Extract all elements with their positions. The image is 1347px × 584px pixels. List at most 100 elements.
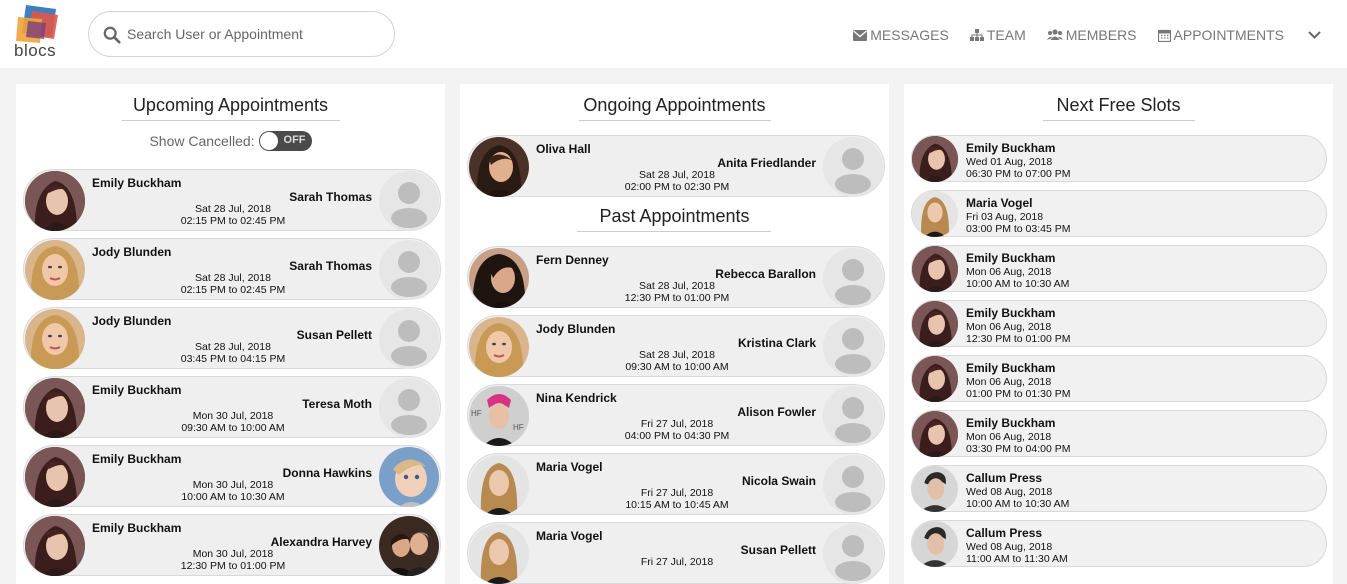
search-icon [103, 26, 121, 44]
title-divider [1042, 120, 1195, 121]
staff-name: Alexandra Harvey [270, 535, 372, 549]
staff-avatar [379, 378, 439, 438]
appointment-card[interactable]: Maria Vogel Nicola Swain Fri 27 Jul, 201… [467, 453, 885, 515]
toggle-knob [259, 132, 278, 150]
nav-members-label: MEMBERS [1065, 27, 1137, 43]
slot-datetime: Mon 06 Aug, 2018 01:00 PM to 01:30 PM [966, 376, 1071, 400]
top-header: blocs MESSAGES TEAM [0, 0, 1347, 68]
staff-avatar [912, 466, 958, 512]
staff-name: Alison Fowler [737, 405, 816, 419]
show-cancelled-label: Show Cancelled: [149, 133, 255, 149]
slot-datetime: Fri 03 Aug, 2018 03:00 PM to 03:45 PM [966, 211, 1071, 235]
staff-avatar [912, 191, 958, 237]
staff-avatar [823, 386, 883, 446]
staff-name: Donna Hawkins [282, 466, 372, 480]
staff-name: Callum Press [966, 526, 1043, 540]
staff-avatar [379, 516, 439, 576]
staff-name: Teresa Moth [302, 397, 372, 411]
staff-avatar [823, 137, 883, 197]
title-divider [578, 120, 771, 121]
slot-datetime: Mon 06 Aug, 2018 12:30 PM to 01:00 PM [966, 321, 1071, 345]
free-slot-item[interactable]: Emily Buckham Wed 01 Aug, 2018 06:30 PM t… [911, 135, 1327, 182]
search-input[interactable] [127, 24, 382, 44]
blocs-logo[interactable]: blocs [12, 3, 62, 60]
past-appointments-title: Past Appointments [599, 206, 750, 226]
free-slot-item[interactable]: Callum Press Wed 08 Aug, 2018 10:00 AM to… [911, 465, 1327, 512]
search-box[interactable] [88, 11, 395, 57]
calendar-icon [1157, 29, 1171, 42]
appointment-card[interactable]: Jody Blunden Kristina Clark Sat 28 Jul, … [467, 315, 885, 377]
panel-title: Upcoming Appointments [132, 95, 329, 115]
staff-avatar [823, 248, 883, 308]
appointment-card[interactable]: Oliva Hall Anita Friedlander Sat 28 Jul,… [467, 135, 885, 197]
toggle-state: OFF [283, 134, 306, 146]
staff-name: Sarah Thomas [289, 259, 372, 273]
free-slot-item[interactable]: Emily Buckham Mon 06 Aug, 2018 10:00 AM t… [911, 245, 1327, 292]
staff-avatar [912, 246, 958, 292]
nav-team-label: TEAM [986, 27, 1026, 43]
nav-team[interactable]: TEAM [969, 27, 1026, 43]
staff-name: Emily Buckham [966, 306, 1056, 320]
free-slot-item[interactable]: Maria Vogel Fri 03 Aug, 2018 03:00 PM to … [911, 190, 1327, 237]
slot-datetime: Mon 06 Aug, 2018 10:00 AM to 10:30 AM [966, 266, 1070, 290]
slot-datetime: Wed 08 Aug, 2018 11:00 AM to 11:30 AM [966, 541, 1068, 565]
staff-name: Kristina Clark [737, 336, 816, 350]
main-nav: MESSAGES TEAM MEMBERS APPOINTMENTS [853, 26, 1347, 44]
appointment-card[interactable]: Emily Buckham Teresa Moth Mon 30 Jul, 20… [23, 376, 441, 438]
free-slot-item[interactable]: Callum Press Wed 08 Aug, 2018 11:00 AM to… [911, 520, 1327, 567]
appointment-card[interactable]: Emily Buckham Sarah Thomas Sat 28 Jul, 2… [23, 169, 441, 231]
member-avatar [469, 524, 529, 584]
users-icon [1046, 29, 1063, 40]
nav-appointments[interactable]: APPOINTMENTS [1157, 27, 1284, 43]
slot-datetime: Wed 01 Aug, 2018 06:30 PM to 07:00 PM [966, 156, 1071, 180]
appointment-card[interactable]: Jody Blunden Susan Pellett Sat 28 Jul, 2… [23, 307, 441, 369]
staff-avatar [912, 411, 958, 457]
member-name: Oliva Hall [536, 142, 591, 156]
member-name: Emily Buckham [92, 452, 182, 466]
member-name: Maria Vogel [536, 460, 603, 474]
appointment-card[interactable]: Jody Blunden Sarah Thomas Sat 28 Jul, 20… [23, 238, 441, 300]
staff-name: Emily Buckham [966, 251, 1056, 265]
member-name: Fern Denney [536, 253, 609, 267]
show-cancelled-toggle[interactable]: OFF [258, 131, 312, 151]
free-slot-item[interactable]: Emily Buckham Mon 06 Aug, 2018 12:30 PM t… [911, 300, 1327, 347]
staff-name: Emily Buckham [966, 416, 1056, 430]
staff-name: Anita Friedlander [717, 156, 816, 170]
staff-avatar [823, 455, 883, 515]
member-name: Emily Buckham [92, 521, 182, 535]
nav-members[interactable]: MEMBERS [1046, 27, 1137, 43]
staff-name: Maria Vogel [966, 196, 1033, 210]
staff-avatar [912, 521, 958, 567]
title-divider [577, 231, 771, 232]
chevron-down-icon[interactable] [1308, 31, 1321, 39]
staff-avatar [912, 356, 958, 402]
appointment-card[interactable]: Maria Vogel Susan Pellett Fri 27 Jul, 20… [467, 522, 885, 584]
staff-avatar [912, 136, 958, 182]
panel-title: Next Free Slots [1056, 95, 1181, 115]
logo-text: blocs [14, 41, 57, 60]
slot-datetime: Mon 06 Aug, 2018 03:30 PM to 04:00 PM [966, 431, 1071, 455]
staff-avatar [379, 240, 439, 300]
staff-avatar [912, 301, 958, 347]
ongoing-appointments-panel: Ongoing Appointments Oliva Hall Anita Fr… [460, 84, 889, 584]
nav-messages[interactable]: MESSAGES [853, 27, 949, 43]
appointment-card[interactable]: Emily Buckham Donna Hawkins Mon 30 Jul, … [23, 445, 441, 507]
member-name: Jody Blunden [536, 322, 616, 336]
appointment-card[interactable]: Nina Kendrick Alison Fowler Fri 27 Jul, … [467, 384, 885, 446]
sitemap-icon [969, 29, 984, 41]
member-name: Emily Buckham [92, 176, 182, 190]
slot-datetime: Wed 08 Aug, 2018 10:00 AM to 10:30 AM [966, 486, 1070, 510]
member-name: Maria Vogel [536, 529, 603, 543]
staff-name: Sarah Thomas [289, 190, 372, 204]
free-slot-item[interactable]: Emily Buckham Mon 06 Aug, 2018 01:00 PM t… [911, 355, 1327, 402]
upcoming-appointments-panel: Upcoming Appointments Show Cancelled: OF… [16, 84, 445, 584]
next-free-slots-panel: Next Free Slots Emily Buckham Wed 01 Aug… [904, 84, 1333, 584]
staff-avatar [379, 309, 439, 369]
free-slot-item[interactable]: Emily Buckham Mon 06 Aug, 2018 03:30 PM t… [911, 410, 1327, 457]
member-name: Jody Blunden [92, 314, 172, 328]
staff-avatar [379, 447, 439, 507]
staff-name: Nicola Swain [741, 474, 816, 488]
appointment-card[interactable]: Fern Denney Rebecca Barallon Sat 28 Jul,… [467, 246, 885, 308]
title-divider [121, 120, 340, 121]
member-name: Emily Buckham [92, 383, 182, 397]
